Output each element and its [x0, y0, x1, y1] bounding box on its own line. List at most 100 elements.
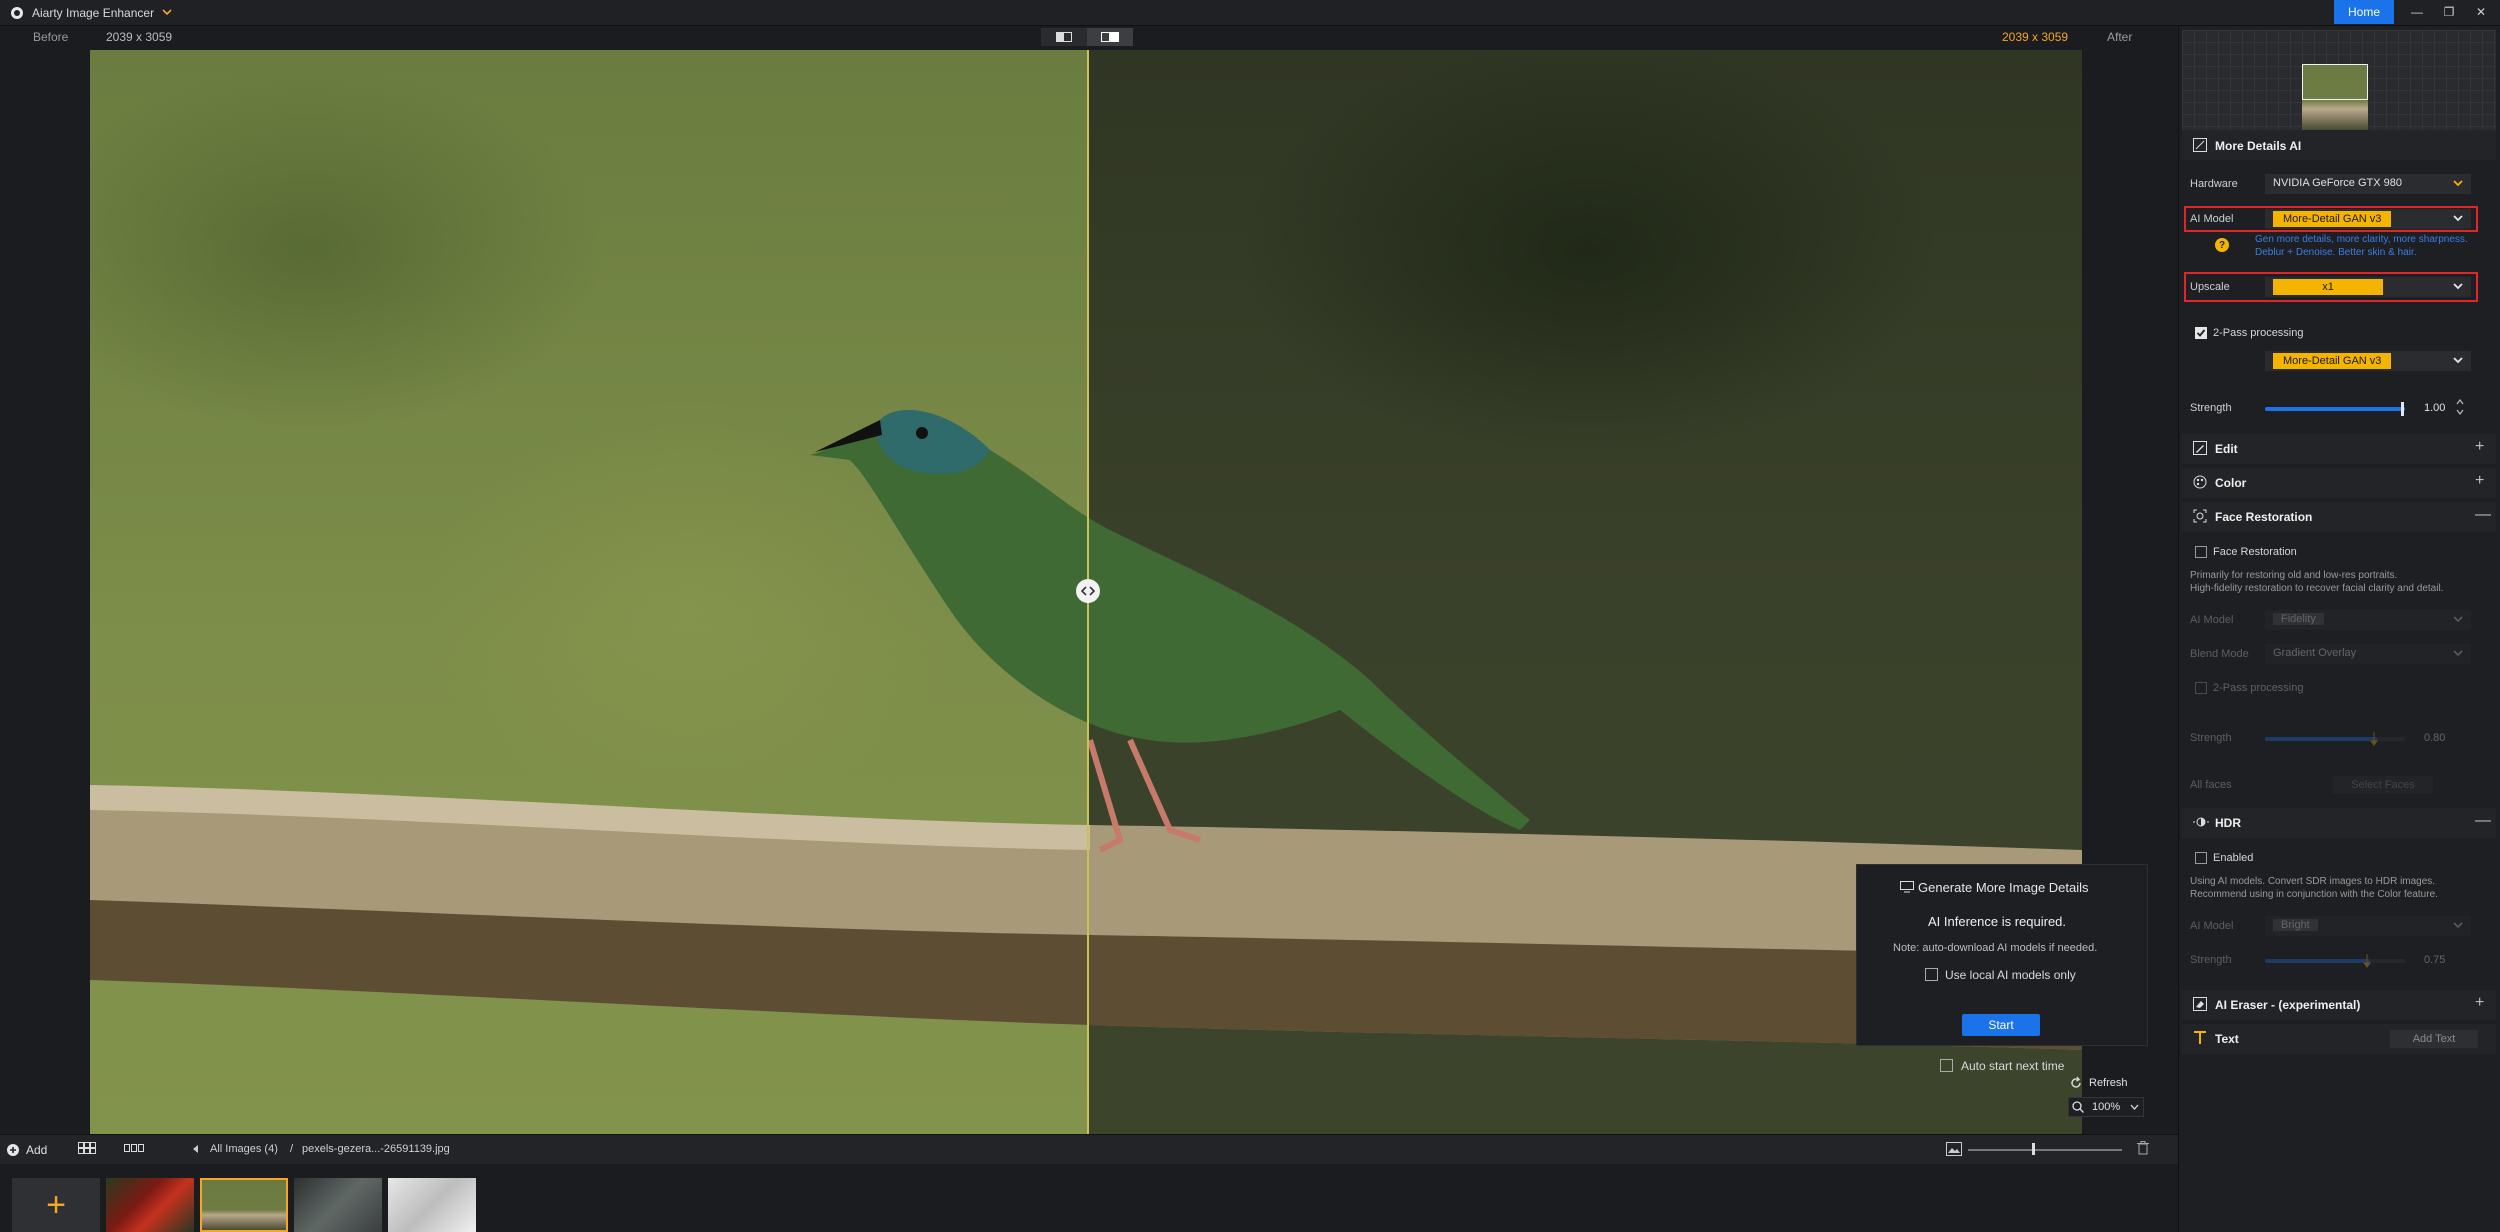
- hdr-strength-slider-fill: [2265, 959, 2370, 963]
- hdr-collapse-button[interactable]: —: [2475, 812, 2491, 830]
- ai-eraser-expand-button[interactable]: +: [2475, 994, 2484, 1012]
- all-faces-label: All faces: [2190, 779, 2232, 791]
- edit-expand-button[interactable]: +: [2475, 438, 2484, 456]
- ai-model-value: More-Detail GAN v3: [2273, 211, 2392, 227]
- face-icon: [2193, 509, 2207, 523]
- face-strength-label: Strength: [2190, 732, 2232, 744]
- face-restoration-checkbox[interactable]: [2195, 546, 2207, 558]
- thumbnail-white-bird[interactable]: [388, 1178, 476, 1232]
- strength-value[interactable]: 1.00: [2424, 402, 2445, 414]
- face-restoration-collapse-button[interactable]: —: [2475, 506, 2491, 524]
- text-tool-icon: [2193, 1031, 2207, 1045]
- image-size-icon: [1946, 1142, 1962, 1156]
- local-models-label: Use local AI models only: [1945, 968, 2076, 982]
- hdr-ai-model-value: Bright: [2273, 919, 2318, 931]
- restore-button[interactable]: ❐: [2434, 0, 2464, 24]
- hdr-ai-model-label: AI Model: [2190, 920, 2234, 932]
- split-drag-handle-icon[interactable]: [1076, 579, 1100, 603]
- face-strength-slider-fill: [2265, 737, 2377, 741]
- refresh-button[interactable]: Refresh: [2089, 1077, 2128, 1089]
- select-faces-button[interactable]: Select Faces: [2333, 776, 2433, 794]
- generate-panel-title: Generate More Image Details: [1918, 880, 2089, 895]
- thumbnail-size-slider-knob[interactable]: [2032, 1143, 2035, 1155]
- text-title: Text: [2215, 1032, 2239, 1046]
- hdr-enabled-label: Enabled: [2213, 852, 2254, 864]
- hdr-ai-model-dropdown[interactable]: Bright: [2265, 916, 2471, 936]
- chevron-down-icon: [2453, 650, 2463, 657]
- two-pass-model-dropdown[interactable]: More-Detail GAN v3: [2265, 351, 2471, 371]
- after-label: After: [2107, 30, 2133, 44]
- hardware-label: Hardware: [2190, 178, 2238, 190]
- hdr-strength-label: Strength: [2190, 954, 2232, 966]
- app-logo-icon: [10, 6, 24, 20]
- trash-icon[interactable]: [2137, 1141, 2149, 1155]
- two-pass-checkbox[interactable]: [2195, 327, 2207, 339]
- split-view-button[interactable]: [1087, 28, 1133, 46]
- zoom-chevron-down-icon[interactable]: [2130, 1104, 2139, 1110]
- ai-eraser-title: AI Eraser - (experimental): [2215, 998, 2361, 1012]
- hdr-description: Using AI models. Convert SDR images to H…: [2190, 875, 2438, 901]
- add-image-tile[interactable]: +: [12, 1178, 100, 1232]
- close-button[interactable]: ✕: [2466, 0, 2496, 24]
- help-icon[interactable]: ?: [2215, 238, 2229, 252]
- ai-model-dropdown[interactable]: More-Detail GAN v3: [2265, 209, 2471, 229]
- face-two-pass-checkbox[interactable]: [2195, 682, 2207, 694]
- chevron-down-icon: [2453, 283, 2463, 290]
- refresh-icon[interactable]: [2069, 1076, 2083, 1090]
- color-expand-button[interactable]: +: [2475, 472, 2484, 490]
- hdr-strength-value[interactable]: 0.75: [2424, 954, 2445, 966]
- face-restoration-title: Face Restoration: [2215, 510, 2313, 524]
- face-ai-model-dropdown[interactable]: Fidelity: [2265, 610, 2471, 630]
- auto-start-label: Auto start next time: [1961, 1059, 2065, 1073]
- color-title: Color: [2215, 476, 2247, 490]
- breadcrumb-separator: /: [290, 1143, 294, 1155]
- chevron-down-icon: [2453, 922, 2463, 929]
- minimize-button[interactable]: —: [2402, 0, 2432, 24]
- face-strength-slider-knob[interactable]: [2370, 732, 2378, 746]
- face-restoration-description-line1: Primarily for restoring old and low-res …: [2190, 570, 2398, 581]
- back-arrow-icon[interactable]: [190, 1143, 202, 1155]
- thumbnail-red-parrot[interactable]: [106, 1178, 194, 1232]
- chevron-down-icon: [2453, 215, 2463, 222]
- add-text-button[interactable]: Add Text: [2390, 1030, 2478, 1048]
- upscale-dropdown[interactable]: x1: [2265, 277, 2471, 297]
- face-strength-value[interactable]: 0.80: [2424, 732, 2445, 744]
- thumbnail-grey-bird[interactable]: [294, 1178, 382, 1232]
- navigator-viewport-box[interactable]: [2302, 64, 2368, 100]
- thumbnail-green-bird-selected[interactable]: [200, 1178, 288, 1232]
- thumbnail-size-slider[interactable]: [1968, 1149, 2122, 1151]
- start-button[interactable]: Start: [1962, 1014, 2040, 1036]
- more-details-title: More Details AI: [2215, 139, 2302, 153]
- add-button[interactable]: Add: [26, 1143, 47, 1157]
- hardware-value: NVIDIA GeForce GTX 980: [2273, 177, 2402, 189]
- ai-model-label: AI Model: [2190, 213, 2234, 225]
- local-models-checkbox[interactable]: [1925, 968, 1938, 981]
- face-restoration-description-line2: High-fidelity restoration to recover fac…: [2190, 583, 2444, 594]
- app-menu-chevron-icon[interactable]: [162, 8, 172, 16]
- strength-stepper-icon[interactable]: [2456, 398, 2464, 416]
- color-palette-icon: [2193, 475, 2207, 489]
- hdr-strength-slider-knob[interactable]: [2363, 954, 2371, 968]
- face-ai-model-label: AI Model: [2190, 614, 2234, 626]
- auto-download-note: Note: auto-download AI models if needed.: [1893, 942, 2098, 954]
- hdr-enabled-checkbox[interactable]: [2195, 852, 2207, 864]
- breadcrumb-all-images[interactable]: All Images (4): [210, 1143, 278, 1155]
- after-size: 2039 x 3059: [2002, 30, 2069, 44]
- two-pass-model-value: More-Detail GAN v3: [2273, 353, 2392, 369]
- upscale-label: Upscale: [2190, 281, 2230, 293]
- blend-mode-dropdown[interactable]: Gradient Overlay: [2265, 644, 2471, 664]
- auto-start-checkbox[interactable]: [1940, 1059, 1953, 1072]
- ai-model-description: Gen more details, more clarity, more sha…: [2255, 233, 2468, 259]
- filmstrip-view-icon[interactable]: [124, 1142, 144, 1154]
- side-by-side-view-button[interactable]: [1041, 28, 1087, 46]
- edit-icon: [2193, 441, 2207, 455]
- add-circle-icon[interactable]: [6, 1143, 20, 1157]
- grid-view-icon[interactable]: [78, 1142, 96, 1154]
- face-two-pass-label: 2-Pass processing: [2213, 682, 2304, 694]
- image-viewer[interactable]: [90, 50, 2082, 1134]
- hardware-dropdown[interactable]: NVIDIA GeForce GTX 980: [2265, 174, 2471, 194]
- strength-slider-knob[interactable]: [2401, 402, 2404, 416]
- home-button[interactable]: Home: [2334, 0, 2394, 24]
- app-title: Aiarty Image Enhancer: [32, 6, 155, 20]
- breadcrumb-file-name: pexels-gezera...-26591139.jpg: [302, 1143, 450, 1155]
